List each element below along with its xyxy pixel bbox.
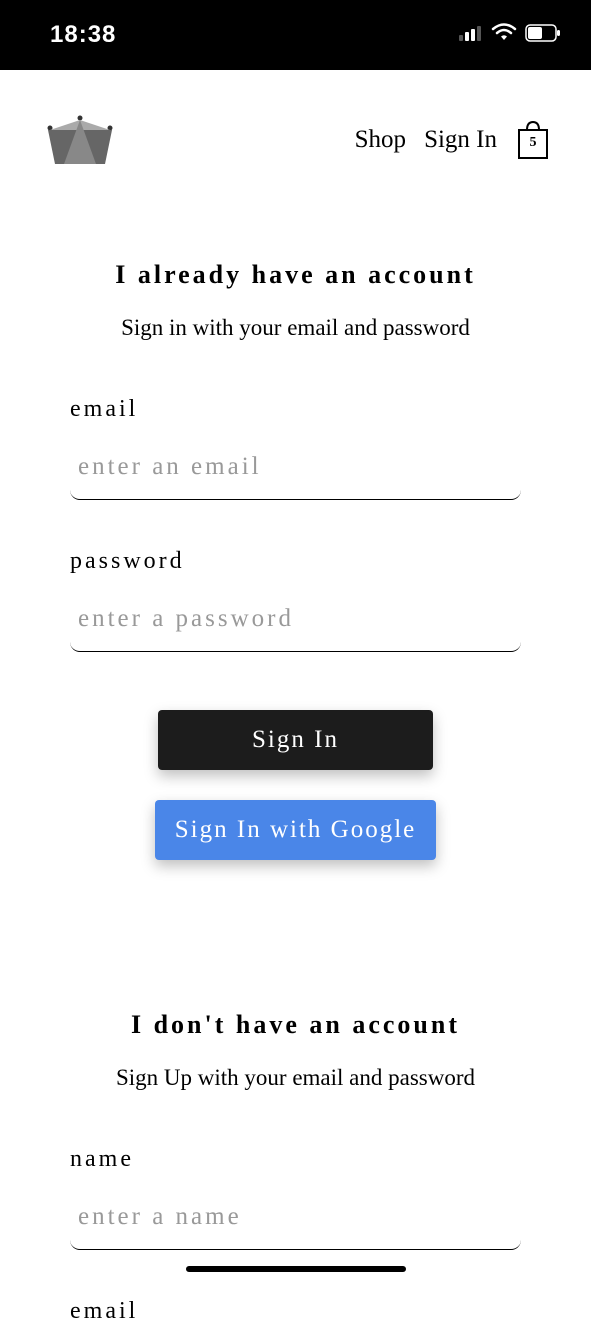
- name-field[interactable]: [70, 1191, 521, 1250]
- header: Shop Sign In 5: [0, 70, 591, 190]
- signup-email-label: email: [70, 1298, 521, 1325]
- google-signin-button[interactable]: Sign In with Google: [155, 800, 436, 860]
- password-label: password: [70, 548, 521, 575]
- signin-title: I already have an account: [70, 260, 521, 290]
- cellular-signal-icon: [459, 25, 483, 46]
- signup-section: I don't have an account Sign Up with you…: [70, 1010, 521, 1325]
- nav: Shop Sign In 5: [355, 120, 551, 160]
- content: I already have an account Sign in with y…: [0, 190, 591, 1325]
- cart-count: 5: [530, 135, 537, 151]
- wifi-icon: [491, 23, 517, 48]
- shopping-bag-icon[interactable]: 5: [515, 120, 551, 160]
- signup-title: I don't have an account: [70, 1010, 521, 1040]
- signin-button[interactable]: Sign In: [158, 710, 433, 770]
- nav-shop-link[interactable]: Shop: [355, 126, 406, 154]
- status-bar: 18:38: [0, 0, 591, 70]
- signup-subtitle: Sign Up with your email and password: [70, 1065, 521, 1091]
- status-time: 18:38: [50, 21, 116, 49]
- email-label: email: [70, 396, 521, 423]
- signin-subtitle: Sign in with your email and password: [70, 315, 521, 341]
- nav-signin-link[interactable]: Sign In: [424, 126, 497, 154]
- status-icons: [459, 23, 561, 48]
- signin-section: I already have an account Sign in with y…: [70, 260, 521, 860]
- signin-buttons: Sign In Sign In with Google: [70, 710, 521, 860]
- name-label: name: [70, 1146, 521, 1173]
- home-indicator[interactable]: [186, 1266, 406, 1272]
- battery-icon: [525, 24, 561, 47]
- password-field[interactable]: [70, 593, 521, 652]
- email-field[interactable]: [70, 441, 521, 500]
- crown-logo-icon[interactable]: [40, 110, 120, 170]
